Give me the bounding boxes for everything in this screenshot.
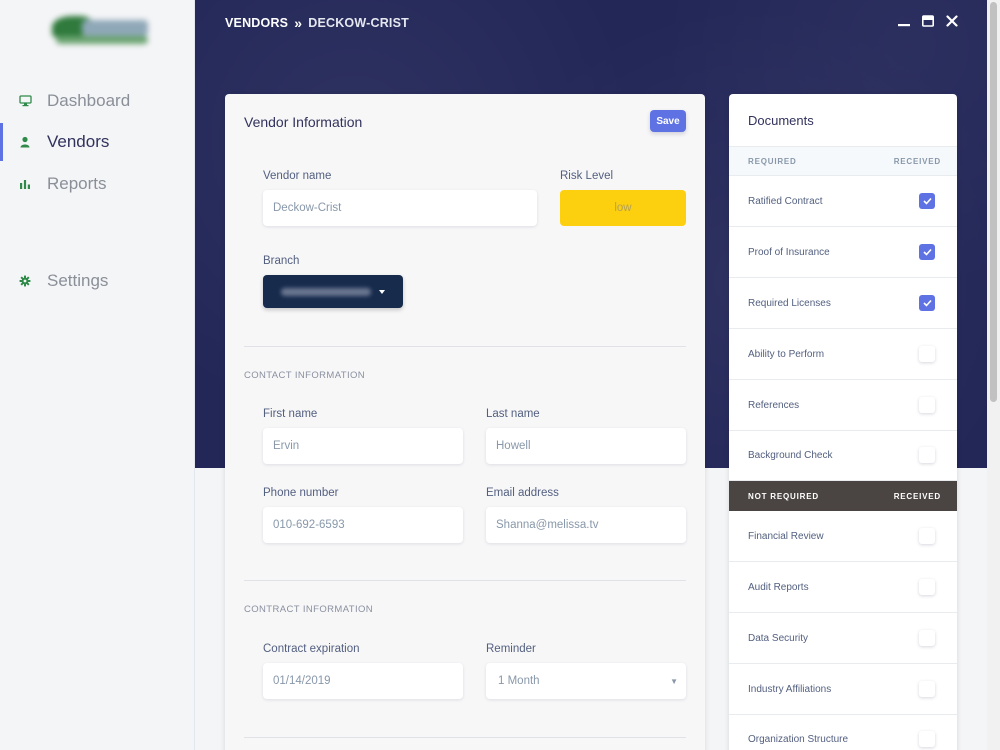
document-row: Proof of Insurance: [729, 227, 957, 278]
breadcrumb-separator: »: [294, 15, 303, 31]
reminder-label: Reminder: [486, 643, 536, 655]
divider: [244, 580, 686, 581]
breadcrumb-current: DECKOW-CRIST: [308, 16, 409, 30]
contract-section-title: CONTRACT INFORMATION: [244, 604, 374, 615]
document-label: Financial Review: [748, 530, 824, 542]
received-checkbox[interactable]: [919, 630, 935, 646]
gear-icon: [18, 274, 32, 288]
last-name-label: Last name: [486, 408, 540, 420]
scrollbar-thumb[interactable]: [990, 2, 997, 402]
card-title: Vendor Information: [244, 114, 363, 130]
sidebar-item-label: Dashboard: [47, 91, 131, 110]
page-scrollbar[interactable]: [987, 0, 1000, 750]
received-checkbox[interactable]: [919, 295, 935, 311]
divider: [244, 737, 686, 738]
close-icon[interactable]: [945, 14, 959, 28]
window-controls: [897, 14, 959, 28]
breadcrumb-vendors-link[interactable]: VENDORS: [225, 16, 288, 30]
document-label: Organization Structure: [748, 733, 849, 745]
caret-down-icon: [379, 289, 385, 294]
branch-label: Branch: [263, 255, 300, 267]
risk-level-label: Risk Level: [560, 170, 614, 182]
document-row: Data Security: [729, 613, 957, 664]
document-row: References: [729, 380, 957, 431]
received-checkbox[interactable]: [919, 579, 935, 595]
received-checkbox[interactable]: [919, 447, 935, 463]
reminder-select[interactable]: 1 Month ▼: [486, 663, 686, 699]
sidebar-item-dashboard[interactable]: Dashboard: [0, 82, 195, 120]
risk-level-field[interactable]: low: [560, 190, 686, 226]
email-label: Email address: [486, 487, 559, 499]
required-column-label: REQUIRED: [748, 156, 797, 166]
document-row: Audit Reports: [729, 562, 957, 613]
document-label: References: [748, 399, 800, 411]
minimize-icon[interactable]: [897, 14, 911, 28]
sidebar-item-label: Settings: [47, 271, 109, 290]
branch-dropdown-button[interactable]: [263, 275, 403, 308]
documents-card: Documents REQUIRED RECEIVED Ratified Con…: [729, 94, 957, 750]
first-name-input[interactable]: Ervin: [263, 428, 463, 464]
phone-input[interactable]: 010-692-6593: [263, 507, 463, 543]
vendor-name-input[interactable]: Deckow-Crist: [263, 190, 537, 226]
email-input[interactable]: Shanna@melissa.tv: [486, 507, 686, 543]
user-icon: [18, 135, 32, 149]
sidebar: Dashboard Vendors Reports Settings: [0, 0, 195, 750]
maximize-icon[interactable]: [921, 14, 935, 28]
last-name-input[interactable]: Howell: [486, 428, 686, 464]
required-header: REQUIRED RECEIVED: [729, 146, 957, 176]
document-row: Industry Affiliations: [729, 664, 957, 715]
document-row: Organization Structure: [729, 714, 957, 750]
sidebar-item-label: Reports: [47, 174, 107, 193]
contract-expiration-input[interactable]: 01/14/2019: [263, 663, 463, 699]
branch-value-redacted: [281, 287, 371, 296]
sidebar-item-settings[interactable]: Settings: [0, 262, 195, 300]
vendor-name-label: Vendor name: [263, 170, 332, 182]
company-logo[interactable]: [46, 12, 152, 48]
received-checkbox[interactable]: [919, 731, 935, 747]
first-name-label: First name: [263, 408, 318, 420]
caret-down-icon: ▼: [670, 676, 678, 686]
contact-section-title: CONTACT INFORMATION: [244, 370, 366, 381]
divider: [244, 346, 686, 347]
document-label: Data Security: [748, 632, 809, 644]
document-row: Financial Review: [729, 511, 957, 562]
not-required-header: NOT REQUIRED RECEIVED: [729, 481, 957, 511]
breadcrumb: VENDORS » DECKOW-CRIST: [225, 15, 409, 31]
phone-label: Phone number: [263, 487, 339, 499]
document-label: Ratified Contract: [748, 195, 823, 207]
received-column-label: RECEIVED: [893, 156, 941, 166]
document-row: Required Licenses: [729, 278, 957, 329]
received-checkbox[interactable]: [919, 346, 935, 362]
document-row: Ratified Contract: [729, 176, 957, 227]
document-row: Ability to Perform: [729, 329, 957, 380]
sidebar-item-reports[interactable]: Reports: [0, 165, 195, 203]
received-checkbox[interactable]: [919, 193, 935, 209]
not-required-column-label: NOT REQUIRED: [748, 491, 819, 501]
documents-title: Documents: [748, 113, 814, 128]
vendor-information-card: Vendor Information Save Vendor name Deck…: [225, 94, 705, 750]
document-label: Background Check: [748, 449, 833, 461]
received-checkbox[interactable]: [919, 397, 935, 413]
sidebar-item-label: Vendors: [47, 132, 110, 151]
received-checkbox[interactable]: [919, 528, 935, 544]
contract-expiration-label: Contract expiration: [263, 643, 360, 655]
document-label: Industry Affiliations: [748, 683, 832, 695]
sidebar-item-vendors[interactable]: Vendors: [0, 123, 195, 161]
document-row: Background Check: [729, 430, 957, 481]
received-checkbox[interactable]: [919, 681, 935, 697]
reminder-value: 1 Month: [498, 675, 540, 687]
document-label: Required Licenses: [748, 297, 831, 309]
received-checkbox[interactable]: [919, 244, 935, 260]
document-label: Ability to Perform: [748, 348, 825, 360]
bar-chart-icon: [18, 177, 32, 191]
save-button[interactable]: Save: [650, 110, 686, 132]
document-label: Proof of Insurance: [748, 246, 830, 258]
monitor-icon: [18, 94, 32, 108]
document-label: Audit Reports: [748, 581, 809, 593]
received-column-label: RECEIVED: [893, 491, 941, 501]
